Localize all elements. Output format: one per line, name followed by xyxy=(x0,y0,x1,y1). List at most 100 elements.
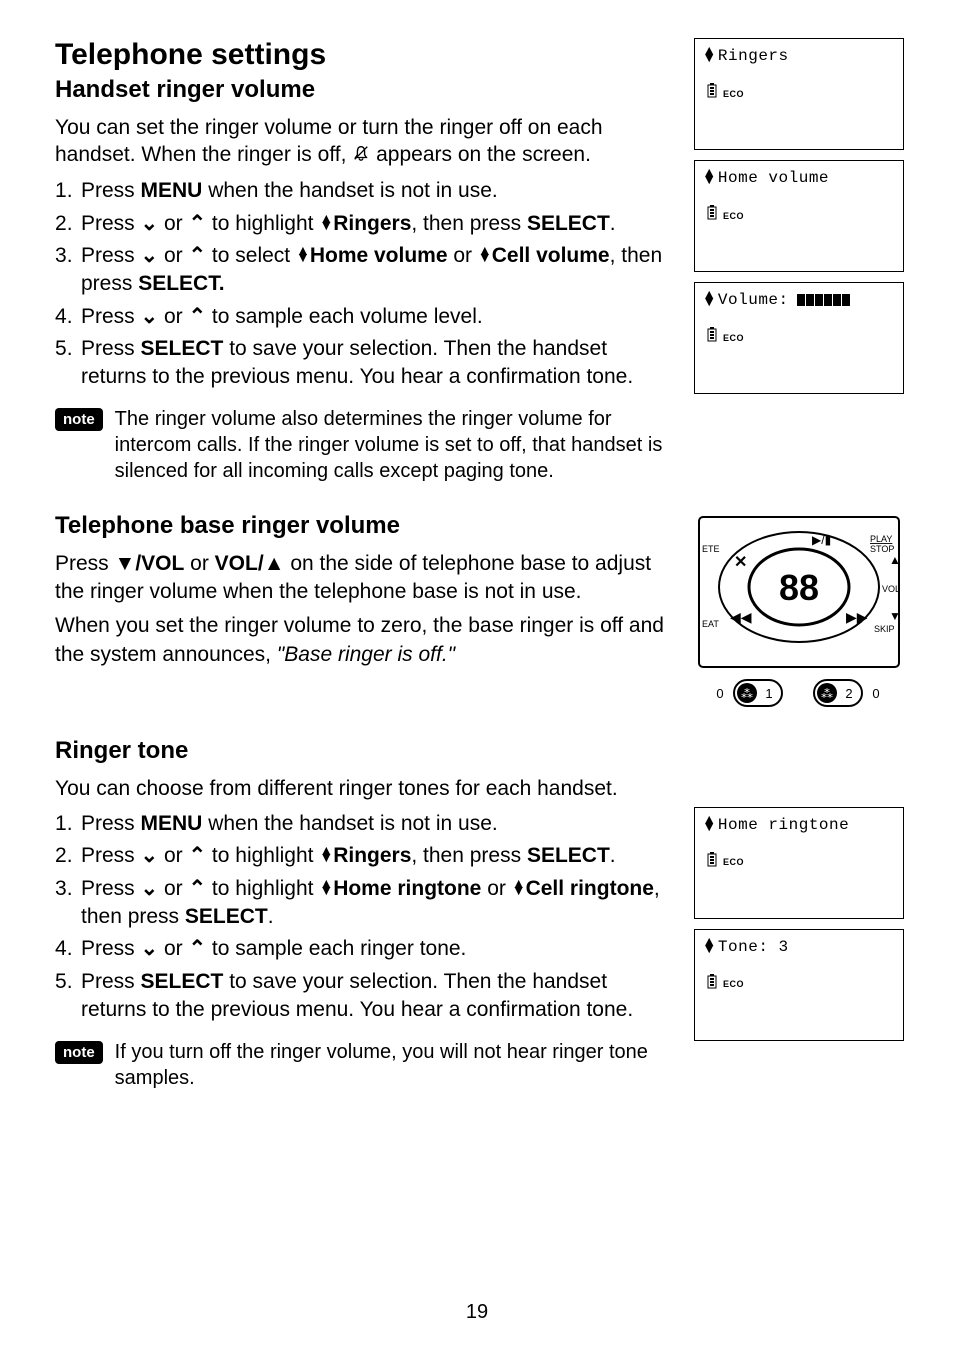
lcd-column-1: Ringers ECO Home volume ECO Volume: ECO xyxy=(694,38,904,512)
updown-icon xyxy=(705,293,714,307)
updown-icon xyxy=(512,880,526,894)
note-block: note The ringer volume also determines t… xyxy=(55,406,670,484)
lcd-ringers: Ringers ECO xyxy=(694,38,904,150)
step-item: Press ⌄ or ⌃ to highlight Ringers, then … xyxy=(55,210,670,238)
steps-list-ringer-volume: Press MENU when the handset is not in us… xyxy=(55,177,670,391)
chevron-up-icon: ⌃ xyxy=(188,303,206,331)
eco-label: ECO xyxy=(723,211,744,221)
svg-text:◀◀: ◀◀ xyxy=(730,609,752,625)
chevron-up-icon: ⌃ xyxy=(188,842,206,870)
intro-text: You can set the ringer volume or turn th… xyxy=(55,114,670,169)
svg-text:⁂: ⁂ xyxy=(821,687,833,701)
svg-text:▶▶: ▶▶ xyxy=(846,609,868,625)
chevron-down-icon: ⌄ xyxy=(141,842,159,870)
lcd-text: Volume: xyxy=(718,291,789,309)
chevron-down-icon: ⌄ xyxy=(141,242,159,270)
svg-text:▼: ▼ xyxy=(889,609,901,623)
step-item: Press ⌄ or ⌃ to sample each volume level… xyxy=(55,303,670,331)
subheading-ringer-tone: Ringer tone xyxy=(55,737,670,765)
eco-label: ECO xyxy=(723,979,744,989)
up-triangle-icon: ▲ xyxy=(264,552,285,575)
battery-icon xyxy=(705,974,719,995)
base-unit-diagram: 88 ✕ ▶/▮ ◀◀ ▶▶ ETE EAT PLAY STOP VOL SKI… xyxy=(694,512,904,717)
chevron-up-icon: ⌃ xyxy=(188,210,206,238)
updown-icon xyxy=(319,215,333,229)
updown-icon xyxy=(478,247,492,261)
lcd-volume: Volume: ECO xyxy=(694,282,904,394)
svg-text:⁂: ⁂ xyxy=(741,687,753,701)
step-item: Press MENU when the handset is not in us… xyxy=(55,177,670,205)
subheading-base-ringer: Telephone base ringer volume xyxy=(55,512,670,540)
note-badge: note xyxy=(55,408,103,431)
step-item: Press ⌄ or ⌃ to select Home volume or Ce… xyxy=(55,242,670,299)
chevron-down-icon: ⌄ xyxy=(141,303,159,331)
section-base-ringer: Telephone base ringer volume Press ▼/VOL… xyxy=(55,512,904,717)
step-item: Press ⌄ or ⌃ to highlight Ringers, then … xyxy=(55,842,670,870)
lcd-tone: Tone: 3 ECO xyxy=(694,929,904,1041)
step-item: Press SELECT to save your selection. The… xyxy=(55,335,670,392)
battery-icon xyxy=(705,327,719,348)
step-item: Press ⌄ or ⌃ to highlight Home ringtone … xyxy=(55,875,670,932)
eco-label: ECO xyxy=(723,333,744,343)
chevron-up-icon: ⌃ xyxy=(188,242,206,270)
step-item: Press ⌄ or ⌃ to sample each ringer tone. xyxy=(55,935,670,963)
chevron-down-icon: ⌄ xyxy=(141,875,159,903)
base-unit-svg: 88 ✕ ▶/▮ ◀◀ ▶▶ ETE EAT PLAY STOP VOL SKI… xyxy=(694,512,904,712)
svg-text:PLAY: PLAY xyxy=(870,534,892,544)
lcd-text: Tone: 3 xyxy=(718,938,789,956)
updown-icon xyxy=(705,49,714,63)
note-block-2: note If you turn off the ringer volume, … xyxy=(55,1039,670,1091)
eco-label: ECO xyxy=(723,857,744,867)
ringer-tone-intro: You can choose from different ringer ton… xyxy=(55,775,670,802)
battery-icon xyxy=(705,83,719,104)
svg-text:0: 0 xyxy=(872,686,879,701)
svg-text:ETE: ETE xyxy=(702,544,720,554)
base-para-1: Press ▼/VOL or VOL/▲ on the side of tele… xyxy=(55,550,670,607)
battery-icon xyxy=(705,852,719,873)
svg-text:SKIP: SKIP xyxy=(874,624,895,634)
battery-icon xyxy=(705,205,719,226)
note-text: If you turn off the ringer volume, you w… xyxy=(115,1039,670,1091)
section-ringer-tone: Ringer tone You can choose from differen… xyxy=(55,737,904,1119)
step-item: Press SELECT to save your selection. The… xyxy=(55,968,670,1025)
lcd-column-2: Home ringtone ECO Tone: 3 ECO xyxy=(694,737,904,1119)
intro-part-b: appears on the screen. xyxy=(376,143,591,166)
svg-text:EAT: EAT xyxy=(702,619,719,629)
step-item: Press MENU when the handset is not in us… xyxy=(55,810,670,838)
chevron-up-icon: ⌃ xyxy=(188,935,206,963)
base-para-2: When you set the ringer volume to zero, … xyxy=(55,612,670,669)
lcd-home-volume: Home volume ECO xyxy=(694,160,904,272)
svg-text:1: 1 xyxy=(765,686,772,701)
updown-icon xyxy=(705,940,714,954)
svg-text:0: 0 xyxy=(716,686,723,701)
section-handset-ringer: Telephone settings Handset ringer volume… xyxy=(55,38,904,512)
svg-text:✕: ✕ xyxy=(734,554,747,571)
down-triangle-icon: ▼ xyxy=(115,552,136,575)
page-number: 19 xyxy=(0,1301,954,1324)
updown-icon xyxy=(319,880,333,894)
note-text: The ringer volume also determines the ri… xyxy=(115,406,670,484)
steps-list-ringer-tone: Press MENU when the handset is not in us… xyxy=(55,810,670,1024)
updown-icon xyxy=(705,171,714,185)
lcd-text: Home ringtone xyxy=(718,816,849,834)
svg-text:▶/▮: ▶/▮ xyxy=(812,533,831,547)
base-display: 88 xyxy=(779,567,819,608)
chevron-down-icon: ⌄ xyxy=(141,210,159,238)
svg-text:2: 2 xyxy=(845,686,852,701)
page-title: Telephone settings xyxy=(55,38,670,72)
eco-label: ECO xyxy=(723,89,744,99)
lcd-home-ringtone: Home ringtone ECO xyxy=(694,807,904,919)
updown-icon xyxy=(296,247,310,261)
volume-bars xyxy=(797,294,850,306)
svg-text:VOL: VOL xyxy=(882,584,900,594)
chevron-up-icon: ⌃ xyxy=(188,875,206,903)
svg-text:▲: ▲ xyxy=(889,553,901,567)
note-badge: note xyxy=(55,1041,103,1064)
lcd-text: Ringers xyxy=(718,47,789,65)
updown-icon xyxy=(705,818,714,832)
updown-icon xyxy=(319,847,333,861)
lcd-text: Home volume xyxy=(718,169,829,187)
chevron-down-icon: ⌄ xyxy=(141,935,159,963)
subheading-handset-ringer: Handset ringer volume xyxy=(55,76,670,104)
bell-off-icon xyxy=(352,142,370,169)
